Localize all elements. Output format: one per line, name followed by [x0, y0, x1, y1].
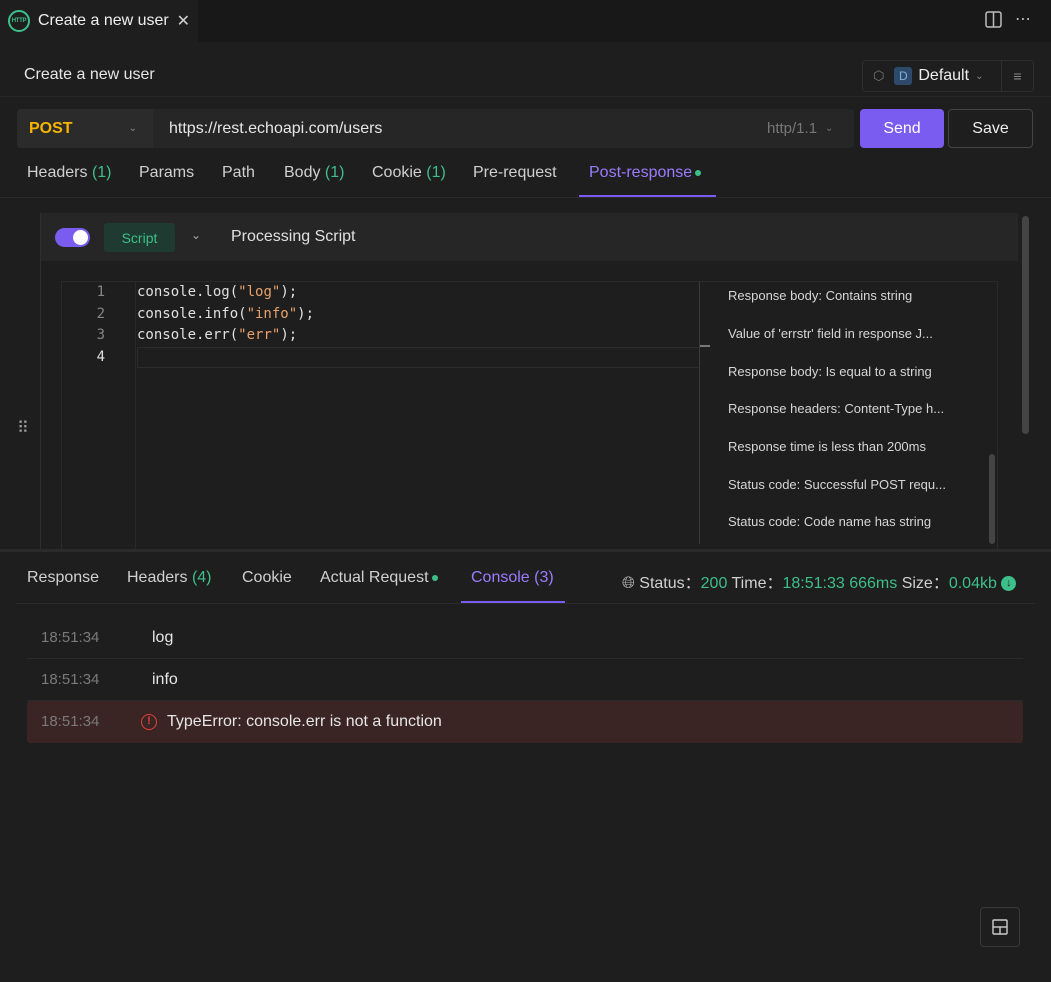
- script-header: Script ⌄ Processing Script: [41, 213, 1018, 261]
- console-timestamp: 18:51:34: [41, 629, 100, 646]
- tab-path[interactable]: Path: [222, 164, 255, 182]
- tab-post-response[interactable]: Post-response: [589, 164, 702, 182]
- console-message: log: [152, 629, 174, 646]
- request-tabs: Headers (1) Params Path Body (1) Cookie …: [0, 150, 1051, 198]
- drag-handle-icon[interactable]: ⠿: [17, 418, 29, 438]
- environment-settings-icon[interactable]: ⬡: [873, 68, 884, 84]
- console-message: info: [152, 671, 178, 688]
- response-time: 18:51:33: [782, 575, 845, 592]
- environment-name: Default: [918, 67, 970, 84]
- chevron-down-icon[interactable]: ⌄: [191, 228, 201, 242]
- snippet-item[interactable]: Response time is less than 200ms: [728, 439, 968, 454]
- line-number: 3: [96, 327, 105, 343]
- tab-response-headers[interactable]: Headers (4): [127, 569, 212, 587]
- script-enabled-toggle[interactable]: [55, 228, 90, 247]
- close-tab-icon[interactable]: ✕: [177, 11, 190, 31]
- active-tab-underline: [579, 195, 716, 197]
- active-tab-underline: [461, 601, 565, 603]
- chevron-down-icon: ⌄: [128, 123, 137, 134]
- http-icon: HTTP: [8, 10, 30, 32]
- download-icon[interactable]: ↓: [1001, 576, 1017, 592]
- script-type-tag[interactable]: Script: [104, 223, 175, 252]
- tab-actual-request[interactable]: Actual Request: [320, 569, 438, 587]
- layout-toggle-button[interactable]: [980, 907, 1020, 947]
- tab-params[interactable]: Params: [139, 164, 194, 182]
- snippet-item[interactable]: Response body: Is equal to a string: [728, 364, 968, 379]
- chevron-down-icon: ⌄: [825, 123, 834, 134]
- response-tabs: Response Headers (4) Cookie Actual Reque…: [16, 552, 1035, 604]
- http-version-select[interactable]: http/1.1: [767, 120, 817, 137]
- send-button[interactable]: Send: [860, 109, 944, 148]
- tab-response[interactable]: Response: [27, 569, 99, 587]
- tab-console[interactable]: Console (3): [471, 569, 554, 587]
- script-panel-scrollbar[interactable]: [1022, 216, 1029, 434]
- url-bar: POST ⌄ https://rest.echoapi.com/users ht…: [17, 109, 854, 148]
- response-size: 0.04kb: [948, 575, 997, 592]
- status-code: 200: [700, 575, 728, 592]
- response-status: 🌐︎ Status：200 Time：18:51:33 666ms Size：0…: [622, 569, 1017, 593]
- url-input[interactable]: https://rest.echoapi.com/users: [169, 120, 382, 138]
- time-label: Time：: [731, 575, 783, 592]
- active-indicator-dot: [431, 574, 438, 581]
- console-timestamp: 18:51:34: [41, 671, 100, 688]
- request-title[interactable]: Create a new user: [24, 66, 155, 84]
- current-line-highlight: [137, 347, 709, 368]
- status-label: Status：: [639, 575, 701, 592]
- tab-body[interactable]: Body (1): [284, 164, 344, 182]
- snippet-item[interactable]: Status code: Code name has string: [728, 514, 968, 529]
- tab-title: Create a new user: [38, 12, 169, 29]
- environment-badge: D: [894, 67, 913, 85]
- console-row: 18:51:34 log: [27, 617, 1023, 659]
- line-number: 2: [96, 306, 105, 322]
- active-indicator-dot: [695, 169, 702, 176]
- line-number-gutter: 1 2 3 4: [62, 282, 136, 549]
- layout-icon: [992, 919, 1008, 935]
- environment-menu-icon[interactable]: ≡: [1001, 61, 1033, 91]
- code-line[interactable]: console.log("log");: [137, 284, 297, 300]
- divider: [0, 96, 1051, 97]
- code-line[interactable]: console.err("err");: [137, 327, 297, 343]
- script-panel: Script ⌄ Processing Script 1 2 3 4 conso…: [40, 213, 1018, 550]
- code-editor[interactable]: 1 2 3 4 console.log("log"); console.info…: [61, 281, 998, 550]
- snippet-item[interactable]: Value of 'errstr' field in response J...: [728, 326, 968, 341]
- more-icon[interactable]: ⋯: [1015, 9, 1031, 29]
- chevron-down-icon: ⌄: [975, 70, 984, 82]
- tab-response-cookie[interactable]: Cookie: [242, 569, 292, 587]
- method-select[interactable]: POST ⌄: [17, 109, 153, 148]
- console-timestamp: 18:51:34: [41, 713, 100, 730]
- console-row: 18:51:34 info: [27, 659, 1023, 701]
- response-duration: 666ms: [849, 575, 898, 592]
- code-line[interactable]: console.info("info");: [137, 306, 314, 322]
- globe-icon: 🌐︎: [622, 575, 635, 592]
- tab-headers[interactable]: Headers (1): [27, 164, 112, 182]
- tab-pre-request[interactable]: Pre-request: [473, 164, 557, 182]
- editor-tab-bar: HTTP Create a new user ✕ ⋯: [0, 0, 1051, 42]
- line-number: 1: [96, 284, 105, 300]
- size-label: Size：: [901, 575, 949, 592]
- console-error-row: 18:51:34 ! TypeError: console.err is not…: [27, 701, 1023, 743]
- tab-cookie[interactable]: Cookie (1): [372, 164, 446, 182]
- request-tab[interactable]: HTTP Create a new user ✕: [0, 0, 198, 42]
- line-number: 4: [96, 349, 105, 365]
- resize-marker: [700, 345, 710, 347]
- script-title[interactable]: Processing Script: [231, 228, 356, 246]
- snippet-item[interactable]: Response headers: Content-Type h...: [728, 401, 968, 416]
- method-value: POST: [29, 119, 73, 137]
- split-view-icon[interactable]: [985, 11, 1002, 32]
- environment-selector[interactable]: ⬡ D Default ⌄ ≡: [862, 60, 1034, 92]
- snippet-item[interactable]: Response body: Contains string: [728, 288, 968, 303]
- snippet-list: Response body: Contains string Value of …: [699, 282, 997, 544]
- console-message: TypeError: console.err is not a function: [167, 713, 442, 730]
- snippet-item[interactable]: Status code: Successful POST requ...: [728, 477, 968, 492]
- snippet-scrollbar[interactable]: [989, 454, 995, 544]
- error-icon: !: [141, 714, 157, 730]
- save-button[interactable]: Save: [948, 109, 1033, 148]
